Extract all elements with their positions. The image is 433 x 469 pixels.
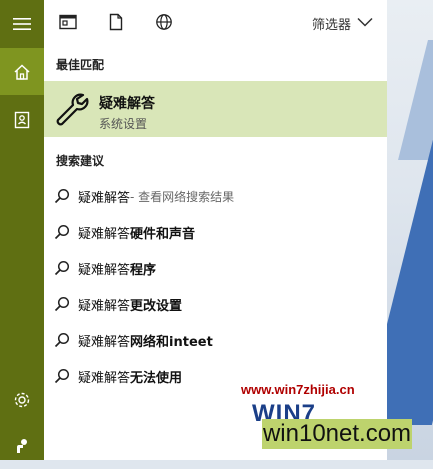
best-match-subtitle: 系统设置 (99, 117, 148, 131)
suggestion-bold: 无法使用 (130, 370, 183, 386)
suggestion-text: 疑难解答 (78, 226, 131, 242)
document-icon (109, 13, 123, 35)
search-icon (52, 258, 72, 278)
documents-filter-button[interactable] (106, 13, 126, 35)
app-icon (59, 14, 77, 34)
suggestion-item[interactable]: 疑难解答 程序 (52, 253, 382, 283)
best-match-item[interactable]: 疑难解答 系统设置 (44, 81, 387, 137)
filter-label: 筛选器 (311, 17, 351, 33)
watermark-url: www.win7zhijia.cn (241, 382, 355, 397)
chevron-down-icon (357, 16, 373, 31)
left-rail (0, 0, 44, 460)
feedback-button[interactable] (0, 422, 44, 469)
suggestion-bold: 更改设置 (130, 298, 183, 314)
suggestion-bold: 硬件和声音 (130, 226, 196, 242)
settings-button[interactable] (0, 376, 44, 423)
web-filter-button[interactable] (154, 14, 174, 34)
watermark-site: win10net.com (262, 419, 412, 449)
globe-icon (155, 13, 173, 35)
apps-filter-button[interactable] (58, 14, 78, 34)
search-icon (52, 330, 72, 350)
home-button[interactable] (0, 48, 44, 95)
wrench-icon (53, 91, 89, 127)
desktop-shape (398, 40, 433, 160)
suggestion-bold: 程序 (130, 262, 157, 278)
suggestion-item[interactable]: 疑难解答 硬件和声音 (52, 217, 382, 247)
notebook-icon (14, 111, 30, 129)
home-icon (13, 63, 31, 81)
settings-icon (13, 391, 31, 409)
hamburger-icon (13, 17, 31, 31)
search-icon (52, 366, 72, 386)
suggestion-item[interactable]: 疑难解答 - 查看网络搜索结果 (52, 181, 382, 211)
notebook-button[interactable] (0, 96, 44, 143)
suggestion-text: 疑难解答 (78, 262, 131, 278)
suggestion-bold: 网络和inteet (130, 334, 213, 350)
search-icon (52, 222, 72, 242)
suggestion-extra: - 查看网络搜索结果 (130, 189, 235, 204)
suggestion-text: 疑难解答 (78, 190, 131, 206)
best-match-title: 疑难解答 (99, 96, 155, 112)
hamburger-button[interactable] (0, 0, 44, 47)
suggestions-heading: 搜索建议 (56, 154, 105, 168)
desktop-background (387, 0, 433, 460)
search-icon (52, 294, 72, 314)
filter-bar: 筛选器 (44, 0, 387, 46)
filter-dropdown[interactable]: 筛选器 (312, 13, 373, 33)
best-match-heading: 最佳匹配 (56, 58, 105, 72)
suggestion-text: 疑难解答 (78, 370, 131, 386)
suggestion-text: 疑难解答 (78, 298, 131, 314)
suggestion-text: 疑难解答 (78, 334, 131, 350)
suggestion-item[interactable]: 疑难解答 网络和inteet (52, 325, 382, 355)
feedback-icon (13, 437, 31, 455)
search-icon (52, 186, 72, 206)
suggestion-item[interactable]: 疑难解答 更改设置 (52, 289, 382, 319)
